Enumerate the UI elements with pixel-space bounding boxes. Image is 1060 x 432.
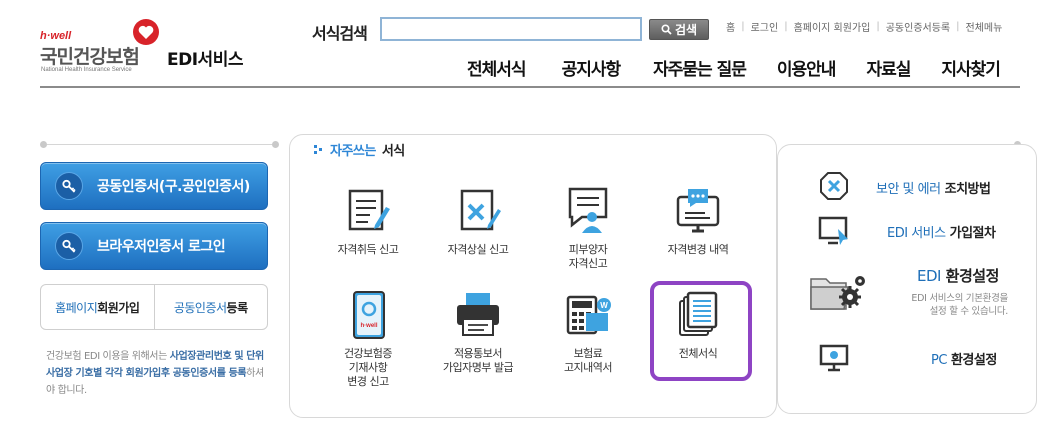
cert-register-dark: 등록 [226,300,249,315]
cert-register-link[interactable]: 공동인증서 등록 [155,285,268,329]
nhis-name-en: National Health Insurance Service [41,67,132,73]
notice-text-1: 건강보험 EDI 이용을 위해서는 [46,351,170,362]
security-error-label: 보안 및 에러 조치방법 [876,178,991,197]
edi-service-title: EDI서비스 [167,50,243,70]
nav-guide[interactable]: 이용안내 [777,55,837,80]
hwell-logo-text: h·well [40,30,72,42]
key-icon [55,172,83,200]
main-nav: 전체서식 공지사항 자주묻는 질문 이용안내 자료실 지사찾기 [467,55,1001,80]
homepage-signup-blue: 홈페이지 [55,300,98,315]
signup-notice: 건강보험 EDI 이용을 위해서는 사업장관리번호 및 단위 사업장 기호별 각… [46,348,271,399]
form-qualification-change[interactable]: 자격변경 내역 [644,185,752,257]
form-label: 피부양자 자격신고 [568,243,608,270]
form-search-input[interactable] [380,17,642,41]
security-blue: 보안 및 에러 [876,182,941,197]
util-link-all-menu[interactable]: 전체메뉴 [966,19,1003,34]
favorite-title-blue: 자주쓰는 [330,144,376,159]
edi-join-procedure-link[interactable]: EDI 서비스 가입절차 [818,215,1028,249]
browser-cert-login-button[interactable]: 브라우저인증서 로그인 [40,222,268,270]
calculator-icon: W [566,295,611,335]
joint-cert-login-button[interactable]: 공동인증서(구.공인인증서) [40,162,268,210]
form-pen-icon [348,189,390,231]
form-label: 자격변경 내역 [667,243,729,256]
svg-text:h·well: h·well [360,323,377,329]
join-dark: 가입절차 [945,226,996,241]
svg-text:W: W [600,301,608,310]
form-label: 자격상실 신고 [447,243,509,256]
signup-register-links: 홈페이지 회원가입 공동인증서 등록 [40,284,268,330]
form-insurance-card-change[interactable]: h·well 건강보험증 기재사항 변경 신고 [314,289,422,389]
form-label: 보험료 고지내역서 [563,347,613,374]
error-x-icon [820,172,848,200]
form-label: 자격취득 신고 [337,243,399,256]
all-forms-highlight [650,281,752,381]
insurance-card-icon: h·well [353,291,385,339]
form-label: 적용통보서 가입자명부 발급 [442,347,514,374]
form-x-icon [460,189,501,231]
util-link-cert-register[interactable]: 공동인증서등록 [886,19,950,34]
nav-branch-finder[interactable]: 지사찾기 [941,55,1001,80]
util-link-home[interactable]: 홈 [726,19,735,34]
monitor-cursor-icon [818,216,848,245]
form-premium-notice[interactable]: W 보험료 고지내역서 [534,289,642,375]
favorite-forms-panel: 자주쓰는 서식 자격취득 신고 자격상실 신고 피부양자 자격신고 자격변경 내… [289,134,777,418]
edi-join-label: EDI 서비스 가입절차 [887,222,996,241]
edi-env-description: EDI 서비스의 기본환경을 설정 할 수 있습니다. [911,293,1008,317]
form-qualification-acquire[interactable]: 자격취득 신고 [314,185,422,257]
monitor-chat-icon [676,189,720,233]
header-divider [40,86,1020,88]
join-blue: EDI 서비스 [887,226,946,241]
util-link-login[interactable]: 로그인 [751,19,779,34]
form-dependent-report[interactable]: 피부양자 자격신고 [534,185,642,271]
title-marker-icon [314,144,324,155]
key-icon [55,232,83,260]
search-button[interactable]: 검색 [649,19,709,40]
pc-blue: PC [931,353,947,368]
pc-env-settings-link[interactable]: PC 환경설정 [818,343,1028,377]
monitor-settings-icon [819,344,849,372]
search-icon [661,24,672,35]
pc-dark: 환경설정 [946,353,997,368]
edi-env-label: EDI 환경설정 [917,265,999,286]
homepage-signup-link[interactable]: 홈페이지 회원가입 [41,285,155,329]
login-panel: 공동인증서(구.공인인증서) 브라우저인증서 로그인 홈페이지 회원가입 공동인… [40,144,268,414]
env-blue: EDI [917,267,941,285]
form-search-label: 서식검색 [312,24,368,43]
nav-all-forms[interactable]: 전체서식 [467,55,527,80]
decor-dot [272,141,279,148]
nhis-logo[interactable]: h·well 국민건강보험 National Health Insurance … [40,18,160,74]
favorite-forms-title: 자주쓰는 서식 [314,140,405,159]
env-dark: 환경설정 [940,267,1000,285]
form-label: 건강보험증 기재사항 변경 신고 [343,347,393,388]
security-error-link[interactable]: 보안 및 에러 조치방법 [818,170,1028,204]
nav-library[interactable]: 자료실 [866,55,911,80]
printer-icon [457,293,499,336]
joint-cert-login-label: 공동인증서(구.공인인증서) [97,179,250,195]
form-qualification-lose[interactable]: 자격상실 신고 [424,185,532,257]
util-link-signup[interactable]: 홈페이지 회원가입 [794,19,871,34]
form-subscriber-list[interactable]: 적용통보서 가입자명부 발급 [424,289,532,375]
pc-env-label: PC 환경설정 [931,349,997,368]
dependent-person-icon [568,187,608,233]
help-links-panel: 보안 및 에러 조치방법 EDI 서비스 가입절차 EDI 환경설정 EDI 서… [777,144,1037,414]
nav-faq[interactable]: 자주묻는 질문 [653,55,747,80]
cert-register-blue: 공동인증서 [173,300,227,315]
homepage-signup-dark: 회원가입 [97,300,140,315]
nav-notice[interactable]: 공지사항 [562,55,622,80]
utility-links: 홈 | 로그인 | 홈페이지 회원가입 | 공동인증서등록 | 전체메뉴 [726,19,1003,34]
nhis-name-ko: 국민건강보험 [40,46,140,68]
favorite-title-dark: 서식 [381,144,405,159]
security-dark: 조치방법 [940,182,991,197]
search-button-label: 검색 [674,23,698,37]
browser-cert-login-label: 브라우저인증서 로그인 [97,239,226,255]
